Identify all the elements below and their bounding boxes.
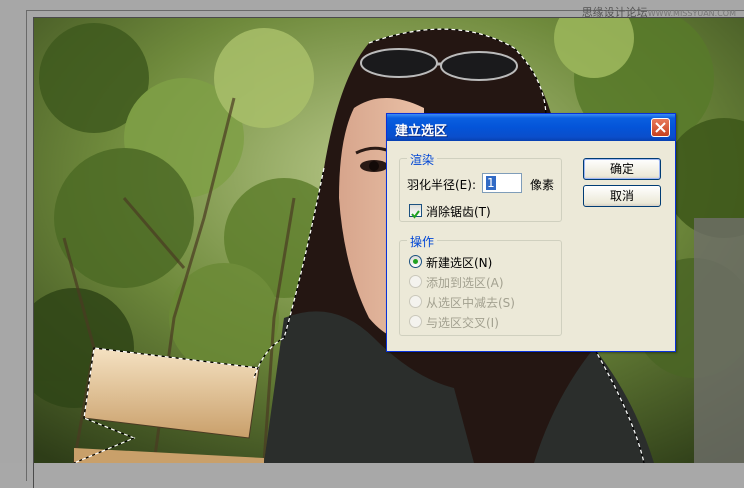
watermark-brand: 思缘设计论坛 [581,6,648,19]
feather-unit-label: 像素 [530,178,555,192]
dialog-title: 建立选区 [395,124,448,139]
option-add-to-selection-label: 添加到选区(A) [426,276,504,290]
cancel-button[interactable]: 取消 [583,185,661,207]
ok-button[interactable]: 确定 [583,158,661,180]
radio-intersect-selection[interactable] [409,315,422,328]
feather-radius-value: 1 [486,176,496,190]
operation-group: 操作 新建选区(N) 添加到选区(A) 从选区中减去(S) 与选区交叉(I) [399,233,562,336]
render-group: 渲染 羽化半径(E): 1 像素 消除锯齿(T) [399,151,562,222]
render-group-legend: 渲染 [407,151,438,168]
make-selection-dialog[interactable]: 建立选区 渲染 羽化半径(E): 1 像素 消除锯齿(T) 操作 新建选区(N)… [386,113,676,352]
close-button[interactable] [651,118,670,137]
radio-subtract-from-selection[interactable] [409,295,422,308]
antialias-checkbox[interactable] [409,204,422,219]
radio-new-selection[interactable] [409,255,422,268]
option-intersect-selection-label: 与选区交叉(I) [426,316,499,330]
feather-radius-input[interactable]: 1 [482,173,522,193]
checkmark-icon [411,210,420,219]
forum-watermark: 思缘设计论坛WWW.MISSYUAN.COM [582,4,736,20]
operation-group-legend: 操作 [407,233,438,250]
dialog-titlebar[interactable]: 建立选区 [387,114,675,141]
close-icon [655,122,666,133]
watermark-url: WWW.MISSYUAN.COM [647,9,736,18]
radio-selected-dot [413,259,418,264]
feather-radius-label: 羽化半径(E): [407,178,476,192]
option-subtract-from-selection-label: 从选区中减去(S) [426,296,515,310]
radio-add-to-selection[interactable] [409,275,422,288]
antialias-label: 消除锯齿(T) [426,205,491,219]
option-new-selection-label: 新建选区(N) [426,256,493,270]
